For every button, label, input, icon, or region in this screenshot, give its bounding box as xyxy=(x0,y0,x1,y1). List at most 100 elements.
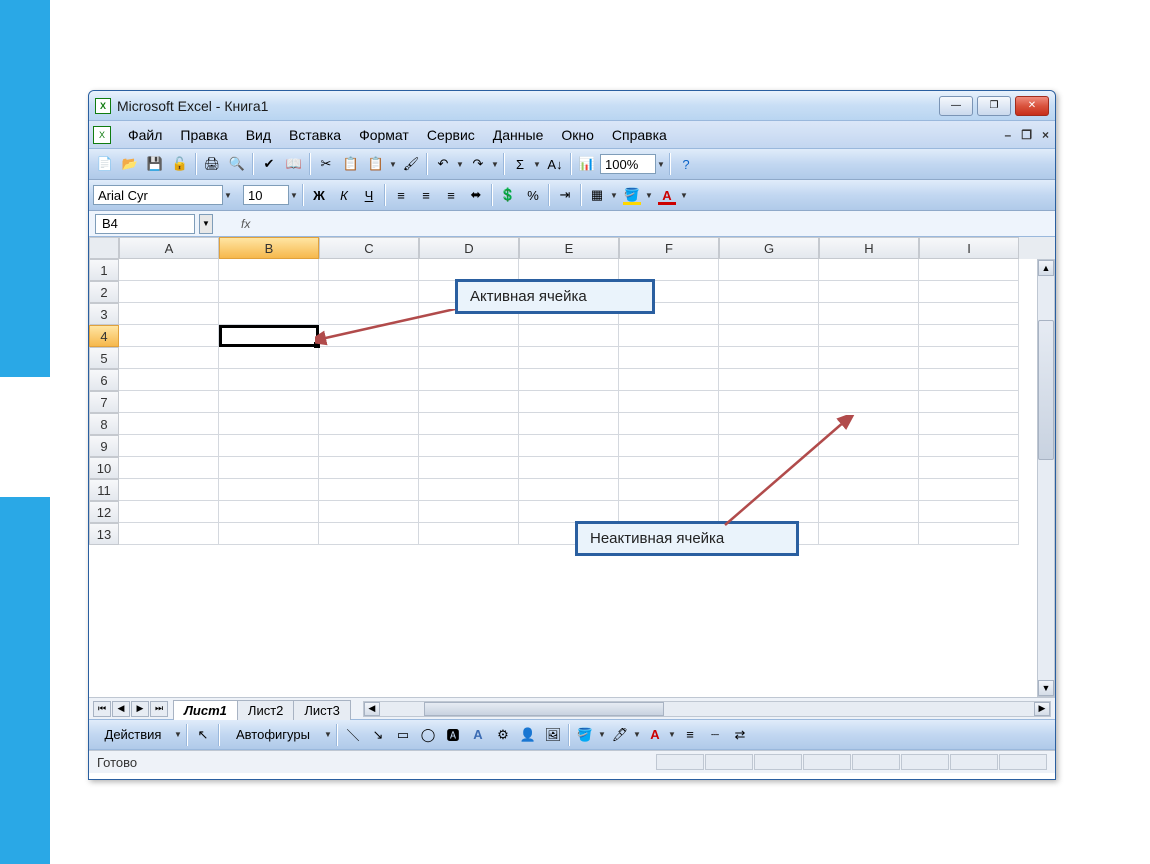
cell-A4[interactable] xyxy=(119,325,219,347)
help-icon[interactable]: ? xyxy=(674,152,698,176)
row-header-9[interactable]: 9 xyxy=(89,435,119,457)
hscroll-thumb[interactable] xyxy=(424,702,664,716)
copy-icon[interactable]: 📋 xyxy=(339,152,363,176)
cell-H3[interactable] xyxy=(819,303,919,325)
col-header-a[interactable]: A xyxy=(119,237,219,259)
sheet-tab-1[interactable]: Лист1 xyxy=(173,700,238,720)
row-header-7[interactable]: 7 xyxy=(89,391,119,413)
cell-B8[interactable] xyxy=(219,413,319,435)
cell-I11[interactable] xyxy=(919,479,1019,501)
row-header-2[interactable]: 2 xyxy=(89,281,119,303)
cell-G5[interactable] xyxy=(719,347,819,369)
undo-dropdown[interactable]: ▼ xyxy=(456,160,465,169)
cell-E7[interactable] xyxy=(519,391,619,413)
align-right-icon[interactable]: ≡ xyxy=(439,183,463,207)
row-header-1[interactable]: 1 xyxy=(89,259,119,281)
cell-I8[interactable] xyxy=(919,413,1019,435)
cell-F1[interactable] xyxy=(619,259,719,281)
save-icon[interactable]: 💾 xyxy=(143,152,167,176)
cell-B6[interactable] xyxy=(219,369,319,391)
mdi-restore[interactable]: ❐ xyxy=(1019,128,1034,142)
zoom-dropdown[interactable]: ▼ xyxy=(657,160,666,169)
cell-C10[interactable] xyxy=(319,457,419,479)
preview-icon[interactable]: 🔍 xyxy=(225,152,249,176)
cell-G11[interactable] xyxy=(719,479,819,501)
titlebar[interactable]: X Microsoft Excel - Книга1 — ❐ ✕ xyxy=(89,91,1055,121)
menu-help[interactable]: Справка xyxy=(603,124,676,146)
borders-dropdown[interactable]: ▼ xyxy=(610,191,619,200)
cell-B3[interactable] xyxy=(219,303,319,325)
col-header-e[interactable]: E xyxy=(519,237,619,259)
cell-H6[interactable] xyxy=(819,369,919,391)
cut-icon[interactable]: ✂ xyxy=(314,152,338,176)
indent-icon[interactable]: ⇥ xyxy=(553,183,577,207)
permission-icon[interactable]: 🔓 xyxy=(168,152,192,176)
row-header-12[interactable]: 12 xyxy=(89,501,119,523)
cell-A13[interactable] xyxy=(119,523,219,545)
format-painter-icon[interactable]: 🖌 xyxy=(399,152,423,176)
font-color-dropdown[interactable]: ▼ xyxy=(680,191,689,200)
cell-B10[interactable] xyxy=(219,457,319,479)
cell-E6[interactable] xyxy=(519,369,619,391)
cell-C1[interactable] xyxy=(319,259,419,281)
cell-D10[interactable] xyxy=(419,457,519,479)
textbox-icon[interactable]: 🅰 xyxy=(441,723,465,747)
close-button[interactable]: ✕ xyxy=(1015,96,1049,116)
cell-B7[interactable] xyxy=(219,391,319,413)
cell-G6[interactable] xyxy=(719,369,819,391)
workbook-icon[interactable]: X xyxy=(93,126,111,144)
cell-D12[interactable] xyxy=(419,501,519,523)
cell-C7[interactable] xyxy=(319,391,419,413)
cell-C4[interactable] xyxy=(319,325,419,347)
col-header-d[interactable]: D xyxy=(419,237,519,259)
menu-file[interactable]: Файл xyxy=(119,124,171,146)
cell-D9[interactable] xyxy=(419,435,519,457)
actions-dropdown[interactable]: ▼ xyxy=(174,730,183,739)
cell-B1[interactable] xyxy=(219,259,319,281)
cell-E4[interactable] xyxy=(519,325,619,347)
cell-E12[interactable] xyxy=(519,501,619,523)
cell-A7[interactable] xyxy=(119,391,219,413)
row-header-3[interactable]: 3 xyxy=(89,303,119,325)
cell-I5[interactable] xyxy=(919,347,1019,369)
row-header-10[interactable]: 10 xyxy=(89,457,119,479)
cell-H12[interactable] xyxy=(819,501,919,523)
menu-edit[interactable]: Правка xyxy=(171,124,236,146)
redo-icon[interactable]: ↷ xyxy=(466,152,490,176)
cell-G2[interactable] xyxy=(719,281,819,303)
new-icon[interactable]: 📄 xyxy=(93,152,117,176)
select-all-corner[interactable] xyxy=(89,237,119,259)
col-header-c[interactable]: C xyxy=(319,237,419,259)
font-name-dropdown[interactable]: ▼ xyxy=(224,191,233,200)
col-header-i[interactable]: I xyxy=(919,237,1019,259)
cell-F11[interactable] xyxy=(619,479,719,501)
horizontal-scrollbar[interactable]: ◀ ▶ xyxy=(363,701,1051,717)
select-objects-icon[interactable]: ↖ xyxy=(191,723,215,747)
menu-insert[interactable]: Вставка xyxy=(280,124,350,146)
undo-icon[interactable]: ↶ xyxy=(431,152,455,176)
cell-F9[interactable] xyxy=(619,435,719,457)
cell-A2[interactable] xyxy=(119,281,219,303)
cell-A6[interactable] xyxy=(119,369,219,391)
cell-H2[interactable] xyxy=(819,281,919,303)
cell-C12[interactable] xyxy=(319,501,419,523)
row-header-4[interactable]: 4 xyxy=(89,325,119,347)
sheet-tab-2[interactable]: Лист2 xyxy=(237,700,294,720)
cell-G7[interactable] xyxy=(719,391,819,413)
cell-H1[interactable] xyxy=(819,259,919,281)
cell-H7[interactable] xyxy=(819,391,919,413)
cell-H11[interactable] xyxy=(819,479,919,501)
arrow-style-icon[interactable]: ⇄ xyxy=(728,723,752,747)
font-color-icon[interactable]: A xyxy=(655,183,679,207)
sheet-tab-3[interactable]: Лист3 xyxy=(293,700,350,720)
cell-I6[interactable] xyxy=(919,369,1019,391)
cell-C11[interactable] xyxy=(319,479,419,501)
cell-I3[interactable] xyxy=(919,303,1019,325)
col-header-b[interactable]: B xyxy=(219,237,319,259)
cell-B9[interactable] xyxy=(219,435,319,457)
research-icon[interactable]: 📖 xyxy=(282,152,306,176)
font-color-draw-icon[interactable]: A xyxy=(643,723,667,747)
autosum-icon[interactable]: Σ xyxy=(508,152,532,176)
scroll-up-button[interactable]: ▲ xyxy=(1038,260,1054,276)
cell-D6[interactable] xyxy=(419,369,519,391)
